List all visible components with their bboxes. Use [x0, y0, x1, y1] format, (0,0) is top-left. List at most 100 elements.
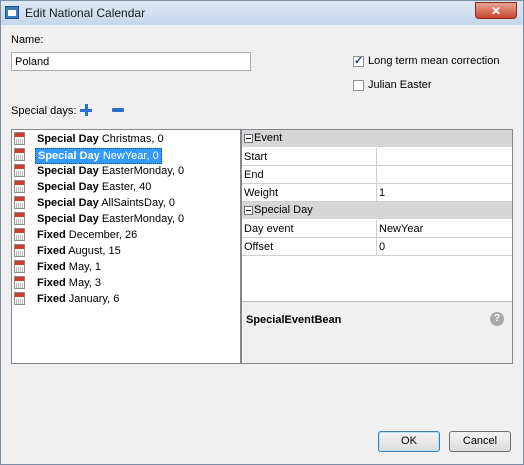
property-value[interactable]: NewYear [379, 223, 423, 235]
calendar-icon [14, 276, 25, 289]
description-area: SpecialEventBean ? [242, 301, 512, 363]
list-item-kind: Fixed [37, 229, 66, 241]
calendar-icon [14, 196, 25, 209]
list-item-detail: May, 1 [68, 261, 101, 273]
list-item-text: Special Day EasterMonday, 0 [37, 212, 184, 226]
property-row[interactable]: End [242, 166, 512, 184]
column-divider [376, 184, 377, 202]
description-title: SpecialEventBean [246, 314, 342, 326]
list-item-text: Special Day NewYear, 0 [35, 148, 162, 164]
list-item-text: Fixed August, 15 [37, 244, 121, 258]
help-icon[interactable]: ? [490, 312, 504, 326]
julian-easter-label: Julian Easter [368, 79, 432, 91]
property-value[interactable]: 1 [379, 187, 385, 199]
column-divider [376, 220, 377, 238]
checkbox-checked-icon[interactable] [353, 54, 364, 67]
calendar-icon [14, 260, 25, 273]
list-item-kind: Special Day [37, 133, 99, 145]
list-item-kind: Special Day [37, 197, 99, 209]
ok-button[interactable]: OK [378, 431, 440, 452]
list-item-detail: May, 3 [68, 277, 101, 289]
list-item-detail: EasterMonday, 0 [101, 213, 185, 225]
name-input[interactable] [11, 52, 251, 71]
list-item-detail: December, 26 [68, 229, 138, 241]
list-item-detail: January, 6 [68, 293, 120, 305]
collapse-icon[interactable] [244, 134, 253, 143]
calendar-icon [14, 132, 25, 145]
edit-national-calendar-dialog: Edit National Calendar ✕ Name: Long term… [0, 0, 524, 465]
julian-easter-checkbox[interactable]: Julian Easter [353, 79, 432, 91]
list-item-text: Fixed May, 3 [37, 276, 101, 290]
window-title: Edit National Calendar [25, 6, 146, 20]
property-section-header[interactable]: Special Day [242, 202, 512, 219]
list-item[interactable]: Special Day Easter, 40 [12, 179, 240, 195]
calendar-icon [14, 180, 25, 193]
calendar-icon [14, 244, 25, 257]
property-name: End [244, 169, 264, 181]
property-row[interactable]: Start [242, 148, 512, 166]
calendar-icon [14, 212, 25, 225]
property-name: Start [244, 151, 268, 163]
title-bar: Edit National Calendar ✕ [1, 1, 523, 25]
cancel-button[interactable]: Cancel [449, 431, 511, 452]
add-special-day-icon[interactable] [80, 104, 92, 116]
list-item-text: Fixed January, 6 [37, 292, 119, 306]
calendar-icon [14, 148, 25, 161]
close-button[interactable]: ✕ [475, 2, 517, 19]
column-divider [376, 166, 377, 184]
long-term-mean-correction-checkbox[interactable]: Long term mean correction [353, 54, 500, 67]
list-item-text: Fixed December, 26 [37, 228, 137, 242]
property-value[interactable]: 0 [379, 241, 385, 253]
property-row[interactable]: Offset 0 [242, 238, 512, 256]
list-item[interactable]: Fixed May, 1 [12, 259, 240, 275]
long-term-mean-correction-label: Long term mean correction [368, 55, 500, 67]
dialog-body: Name: Long term mean correction Julian E… [1, 25, 523, 464]
list-item-kind: Special Day [37, 181, 99, 193]
list-item-kind: Fixed [37, 277, 66, 289]
list-item-detail: AllSaintsDay, 0 [101, 197, 175, 209]
property-row[interactable]: Day event NewYear [242, 220, 512, 238]
list-item[interactable]: Fixed May, 3 [12, 275, 240, 291]
column-divider [376, 148, 377, 166]
calendar-icon [14, 164, 25, 177]
list-item[interactable]: Special Day NewYear, 0 [12, 147, 240, 164]
calendar-icon [14, 228, 25, 241]
list-item-detail: NewYear, 0 [102, 150, 159, 162]
app-icon [5, 6, 19, 19]
list-item[interactable]: Fixed August, 15 [12, 243, 240, 259]
remove-special-day-icon[interactable] [112, 108, 124, 112]
list-item[interactable]: Fixed January, 6 [12, 291, 240, 307]
list-item-kind: Special Day [38, 150, 100, 162]
list-item-detail: Easter, 40 [101, 181, 152, 193]
property-section-title: Event [254, 132, 283, 144]
list-item[interactable]: Special Day AllSaintsDay, 0 [12, 195, 240, 211]
list-item-kind: Fixed [37, 293, 66, 305]
list-item-kind: Fixed [37, 245, 66, 257]
property-sheet: Event Start End Weight 1 Special Day Day event… [241, 129, 513, 364]
column-divider [376, 238, 377, 256]
calendar-icon [14, 292, 25, 305]
list-item-text: Special Day Easter, 40 [37, 180, 151, 194]
list-item[interactable]: Special Day EasterMonday, 0 [12, 163, 240, 179]
list-item[interactable]: Fixed December, 26 [12, 227, 240, 243]
name-label: Name: [11, 34, 44, 46]
list-item-detail: EasterMonday, 0 [101, 165, 185, 177]
property-section-header[interactable]: Event [242, 130, 512, 147]
list-item-kind: Special Day [37, 165, 99, 177]
checkbox-unchecked-icon[interactable] [353, 79, 364, 91]
list-item[interactable]: Special Day Christmas, 0 [12, 131, 240, 147]
list-item-kind: Special Day [37, 213, 99, 225]
property-name: Weight [244, 187, 279, 199]
collapse-icon[interactable] [244, 206, 253, 215]
list-item-detail: Christmas, 0 [101, 133, 164, 145]
property-name: Offset [244, 241, 274, 253]
list-item-detail: August, 15 [68, 245, 121, 257]
special-days-list[interactable]: Special Day Christmas, 0 Special Day NewY… [11, 129, 241, 364]
list-item-text: Special Day EasterMonday, 0 [37, 164, 184, 178]
list-item[interactable]: Special Day EasterMonday, 0 [12, 211, 240, 227]
property-grid: Event Start End Weight 1 Special Day Day event… [242, 130, 512, 300]
list-item-kind: Fixed [37, 261, 66, 273]
list-item-text: Special Day AllSaintsDay, 0 [37, 196, 175, 210]
property-row[interactable]: Weight 1 [242, 184, 512, 202]
list-item-text: Special Day Christmas, 0 [37, 132, 164, 146]
